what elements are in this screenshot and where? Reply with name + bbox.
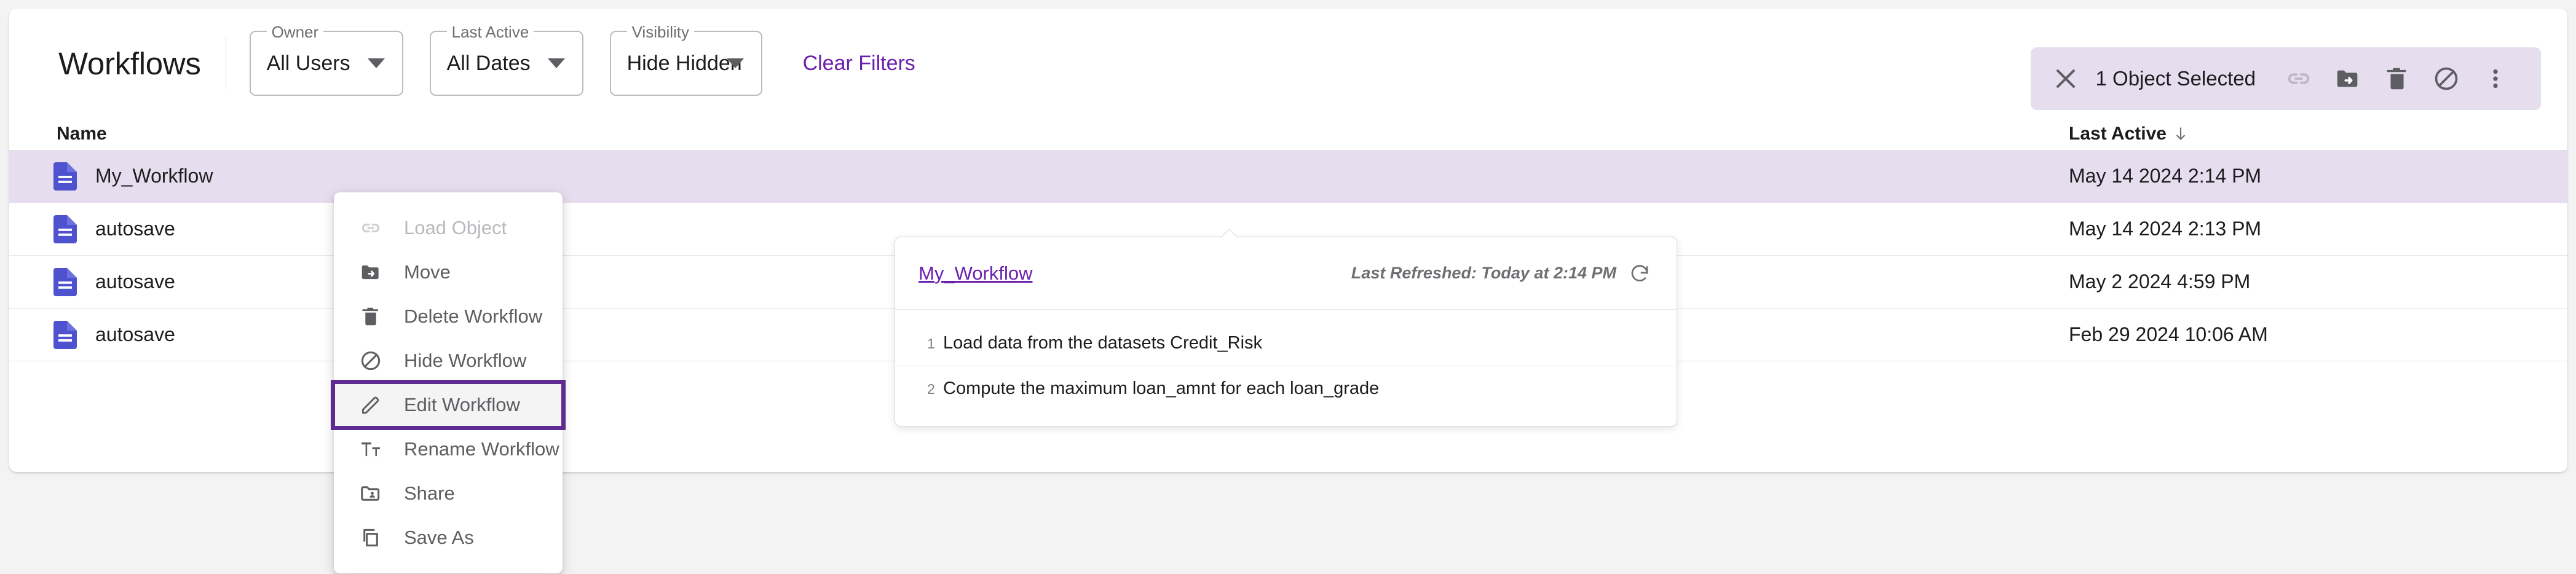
- selection-toolbar: 1 Object Selected: [2030, 47, 2541, 110]
- context-menu-item[interactable]: Save As: [334, 516, 563, 560]
- workflow-file-icon: [53, 162, 77, 191]
- trash-icon: [358, 304, 383, 329]
- popover-step: 2 Compute the maximum loan_amnt for each …: [895, 366, 1677, 411]
- last-active-filter-select[interactable]: Last Active All Dates: [429, 23, 583, 96]
- table-header: Name Last Active: [9, 118, 2567, 150]
- context-menu-item[interactable]: Delete Workflow: [334, 294, 563, 339]
- column-header-last-active-label: Last Active: [2069, 124, 2167, 144]
- text-format-icon: [358, 437, 383, 462]
- context-menu-item-label: Share: [404, 482, 455, 504]
- refresh-icon[interactable]: [1627, 261, 1652, 286]
- copy-icon: [358, 525, 383, 550]
- context-menu-item[interactable]: Hide Workflow: [334, 339, 563, 383]
- last-active-filter-label: Last Active: [446, 23, 534, 41]
- table-row-name: autosave: [95, 270, 175, 293]
- table-row-name: autosave: [95, 218, 175, 240]
- link-icon[interactable]: [2283, 63, 2315, 95]
- context-menu-item[interactable]: Rename Workflow: [334, 427, 563, 471]
- column-header-last-active[interactable]: Last Active: [2069, 124, 2187, 144]
- table-row-last-active: May 2 2024 4:59 PM: [2069, 270, 2251, 293]
- context-menu-item[interactable]: Edit Workflow: [331, 380, 566, 430]
- context-menu-item-label: Move: [404, 261, 451, 283]
- popover-step: 1 Load data from the datasets Credit_Risk: [895, 321, 1677, 366]
- chevron-down-icon: [726, 58, 744, 68]
- table-row-name: autosave: [95, 323, 175, 345]
- page-title: Workflows: [58, 45, 201, 81]
- clear-filters-button[interactable]: Clear Filters: [803, 52, 915, 76]
- selection-count-label: 1 Object Selected: [2095, 67, 2256, 90]
- context-menu-item-label: Load Object: [404, 217, 507, 238]
- close-icon[interactable]: [2052, 65, 2080, 93]
- visibility-filter-value: Hide Hidden: [626, 51, 742, 75]
- workflow-file-icon: [53, 214, 77, 243]
- context-menu-item-label: Hide Workflow: [404, 350, 527, 371]
- trash-icon[interactable]: [2381, 63, 2413, 95]
- column-header-name[interactable]: Name: [57, 124, 107, 144]
- sort-descending-icon: [2174, 126, 2187, 142]
- last-active-filter-value: All Dates: [446, 51, 531, 75]
- visibility-filter-select[interactable]: Visibility Hide Hidden: [609, 23, 762, 96]
- chevron-down-icon: [547, 58, 565, 68]
- vertical-dots-icon[interactable]: [2479, 63, 2511, 95]
- owner-filter-value: All Users: [266, 51, 350, 75]
- circle-slash-icon[interactable]: [2430, 63, 2462, 95]
- owner-filter-label: Owner: [266, 23, 324, 41]
- folder-share-icon: [358, 481, 383, 506]
- context-menu-item[interactable]: Move: [334, 250, 563, 294]
- popover-step-text: Compute the maximum loan_amnt for each l…: [943, 379, 1380, 398]
- table-row-last-active: Feb 29 2024 10:06 AM: [2069, 323, 2268, 345]
- table-row-last-active: May 14 2024 2:14 PM: [2069, 165, 2262, 187]
- popover-header: My_Workflow Last Refreshed: Today at 2:1…: [895, 237, 1677, 310]
- popover-last-refreshed: Last Refreshed: Today at 2:14 PM: [1351, 264, 1616, 282]
- popover-step-number: 1: [927, 336, 935, 352]
- workflow-file-icon: [53, 320, 77, 349]
- context-menu-item[interactable]: Share: [334, 471, 563, 516]
- context-menu-item-label: Rename Workflow: [404, 438, 559, 460]
- context-menu-item-label: Edit Workflow: [404, 394, 520, 415]
- context-menu-item-label: Save As: [404, 527, 474, 548]
- popover-step-number: 2: [927, 381, 935, 397]
- popover-step-text: Load data from the datasets Credit_Risk: [943, 333, 1263, 353]
- context-menu: Load Object Move Delete Workflow Hide Workf…: [331, 192, 566, 573]
- table-row-name: My_Workflow: [95, 165, 213, 187]
- popover-steps: 1 Load data from the datasets Credit_Risk…: [895, 310, 1677, 426]
- folder-move-icon: [358, 260, 383, 285]
- folder-move-icon[interactable]: [2332, 63, 2364, 95]
- workflows-page: Workflows Owner All Users Last Active Al…: [0, 0, 2576, 574]
- chevron-down-icon: [367, 58, 385, 68]
- workflow-preview-popover: My_Workflow Last Refreshed: Today at 2:1…: [895, 237, 1677, 427]
- context-menu-item-label: Delete Workflow: [404, 305, 543, 327]
- visibility-filter-label: Visibility: [626, 23, 694, 41]
- popover-title-link[interactable]: My_Workflow: [919, 262, 1032, 285]
- popover-arrow: [1220, 228, 1238, 238]
- pencil-icon: [358, 393, 383, 417]
- workflow-file-icon: [53, 267, 77, 296]
- popover-refresh-group: Last Refreshed: Today at 2:14 PM: [1351, 261, 1652, 286]
- circle-slash-icon: [358, 348, 383, 373]
- owner-filter-select[interactable]: Owner All Users: [249, 23, 403, 96]
- table-row-last-active: May 14 2024 2:13 PM: [2069, 218, 2262, 240]
- context-menu-item: Load Object: [334, 206, 563, 250]
- link-icon: [358, 216, 383, 240]
